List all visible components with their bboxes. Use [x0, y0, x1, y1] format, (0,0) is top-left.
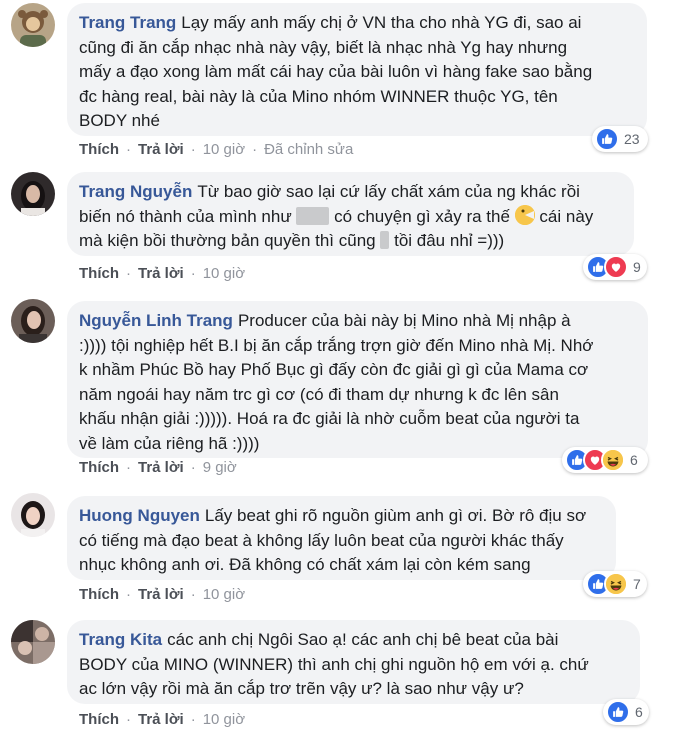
emoji-icon [514, 204, 535, 225]
reaction-count: 9 [633, 259, 641, 275]
comment-text-line: có tiếng mà đạo beat à không lấy luôn be… [79, 530, 564, 550]
avatar[interactable] [11, 172, 55, 216]
comment-bubble: Huong Nguyen Lấy beat ghi rõ nguồn giùm a… [67, 496, 616, 580]
like-reaction-icon [595, 127, 619, 151]
reaction-count: 7 [633, 576, 641, 592]
comment-text-line: Lấy beat ghi rõ nguồn giùm anh gì ơi. Bờ… [204, 506, 587, 525]
edited-label[interactable]: Đã chỉnh sửa [264, 141, 353, 158]
author-name[interactable]: Trang Trang [79, 13, 176, 32]
reaction-count: 6 [635, 704, 643, 720]
comment-text-segment: có chuyện gì xảy ra thế [334, 206, 510, 226]
comment-text-line: :)))) tội nghiệp hết B.I bị ăn cắp trắng… [79, 335, 594, 355]
reaction-summary[interactable]: 6 [562, 447, 648, 473]
reply-link[interactable]: Trả lời [138, 141, 184, 158]
comment-text-line: Producer của bài này bị Mino nhà Mị nhập… [237, 311, 571, 330]
comment-text-segment: mà kiện bồi thường bản quyền thì cũng [79, 231, 376, 250]
comment-actions: Thích · Trả lời · 9 giờ [79, 459, 237, 476]
comment-text-line: BODY của MINO (WINNER) thì anh chị ghi n… [79, 654, 589, 674]
comment-text-line: Lạy mấy anh mấy chị ở VN tha cho nhà YG … [181, 13, 582, 32]
comment-text-line: mấy a đạo xong làm mất cái hay của bài l… [79, 62, 593, 81]
comment-actions: Thích · Trả lời · 10 giờ [79, 265, 246, 282]
redacted-text [296, 206, 330, 225]
comment-text-segment: cái này [539, 206, 594, 226]
avatar[interactable] [11, 493, 55, 537]
love-reaction-icon [604, 255, 628, 279]
like-link[interactable]: Thích [79, 586, 119, 603]
comment-text-line: BODY nhé [79, 111, 160, 130]
timestamp[interactable]: 9 giờ [203, 459, 237, 476]
haha-reaction-icon [604, 572, 628, 596]
reply-link[interactable]: Trả lời [138, 586, 184, 603]
comment-bubble: Nguyễn Linh Trang Producer của bài này bị… [67, 301, 648, 458]
comment-bubble: Trang Nguyễn Từ bao giờ sao lại cứ lấy ch… [67, 172, 634, 256]
timestamp[interactable]: 10 giờ [203, 265, 245, 282]
timestamp[interactable]: 10 giờ [203, 711, 245, 728]
timestamp[interactable]: 10 giờ [203, 586, 245, 603]
like-link[interactable]: Thích [79, 265, 119, 282]
comment-text-line: ac lớn vậy rồi mà ăn cắp trơ trẽn vậy ư?… [79, 679, 524, 698]
reaction-summary[interactable]: 6 [603, 699, 649, 725]
comment-text-line: nhục không anh ơi. Đã không có chất xám … [79, 555, 531, 574]
reply-link[interactable]: Trả lời [138, 459, 184, 476]
like-link[interactable]: Thích [79, 141, 119, 158]
haha-reaction-icon [601, 448, 625, 472]
comment-text-line: năm ngoái hay năm trc gì cơ (có đi tham … [79, 384, 559, 404]
avatar[interactable] [11, 620, 55, 664]
reaction-summary[interactable]: 23 [592, 126, 648, 152]
like-reaction-icon [606, 700, 630, 724]
reply-link[interactable]: Trả lời [138, 265, 184, 282]
author-name[interactable]: Huong Nguyen [79, 506, 200, 525]
comment-actions: Thích · Trả lời · 10 giờ · Đã chỉnh sửa [79, 141, 354, 158]
comment-text-segment: biến nó thành của mình như [79, 206, 292, 226]
reaction-count: 6 [630, 452, 638, 468]
comment-text-line: khấu nhận giải :))))). Hoá ra đc giải là… [79, 409, 580, 428]
comment-text-line: k nhầm Phúc Bồ hay Phố Bục gì đấy còn đc… [79, 360, 589, 379]
author-name[interactable]: Nguyễn Linh Trang [79, 311, 233, 330]
comment-text-line: về làm của riêng hã :)))) [79, 433, 260, 453]
comment-bubble: Trang Kita các anh chị Ngôi Sao ạ! các an… [67, 620, 640, 704]
timestamp[interactable]: 10 giờ [203, 141, 245, 158]
comment-text-line: các anh chị Ngôi Sao ạ! các anh chị bê b… [167, 630, 559, 649]
avatar[interactable] [11, 3, 55, 47]
reaction-summary[interactable]: 9 [583, 254, 647, 280]
like-link[interactable]: Thích [79, 459, 119, 476]
comment-text-line: Từ bao giờ sao lại cứ lấy chất xám của n… [197, 182, 580, 201]
reply-link[interactable]: Trả lời [138, 711, 184, 728]
comment-text-line: đc hàng real, bài này là của Mino nhóm W… [79, 86, 558, 106]
comment-text-segment: tồi đâu nhỉ =))) [394, 231, 505, 250]
comment-bubble: Trang Trang Lạy mấy anh mấy chị ở VN tha … [67, 3, 647, 136]
comment-actions: Thích · Trả lời · 10 giờ [79, 711, 246, 728]
reaction-count: 23 [624, 131, 640, 147]
author-name[interactable]: Trang Nguyễn [79, 182, 192, 201]
redacted-text [380, 231, 390, 249]
author-name[interactable]: Trang Kita [79, 630, 162, 649]
like-link[interactable]: Thích [79, 711, 119, 728]
comment-actions: Thích · Trả lời · 10 giờ [79, 586, 246, 603]
reaction-summary[interactable]: 7 [583, 571, 647, 597]
avatar[interactable] [11, 299, 55, 343]
comment-text-line: cũng đi ăn cắp nhạc nhà này vậy, biết là… [79, 37, 568, 57]
